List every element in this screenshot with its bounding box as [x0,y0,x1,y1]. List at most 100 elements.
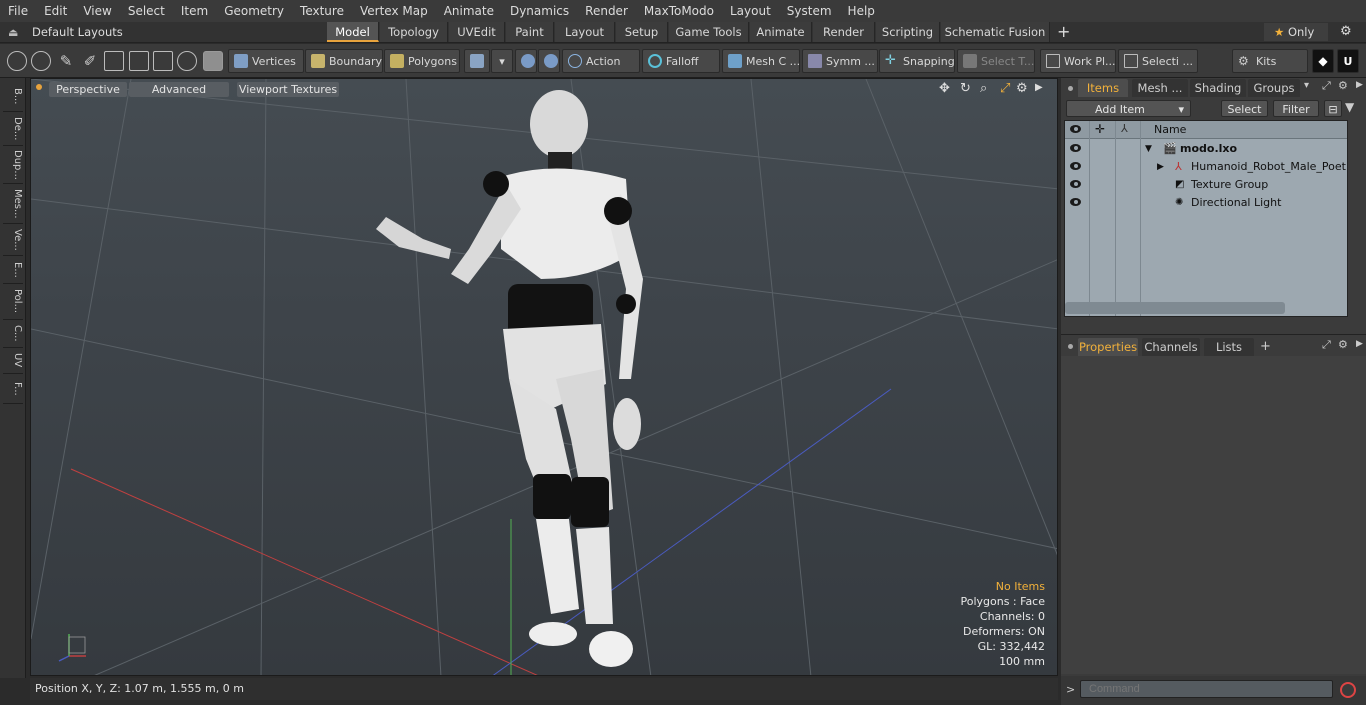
tab-setup[interactable]: Setup [616,22,668,42]
add-tab-icon[interactable]: + [1057,22,1071,42]
funnel-icon[interactable]: ▼ [1345,100,1361,117]
select-through-button[interactable]: Select T... [957,49,1035,73]
tab-mesh[interactable]: Mesh ... [1132,79,1188,97]
tab-properties[interactable]: Properties [1078,338,1138,356]
left-tab-edge[interactable]: E... [3,256,23,284]
record-icon[interactable] [1340,682,1356,698]
menu-system[interactable]: System [779,0,840,22]
viewport-settings-icon[interactable]: ⚙ [1016,81,1030,97]
viewport-expand-icon[interactable]: ▶ [1035,82,1045,96]
tab-animate[interactable]: Animate [750,22,812,42]
menu-item[interactable]: Item [173,0,216,22]
list-item-mesh[interactable]: ▶ ⅄ Humanoid_Robot_Male_Poet ... [1065,158,1347,176]
grid-icon[interactable] [129,51,149,71]
add-item-button[interactable]: Add Item ▾ [1066,100,1191,117]
perspective-button[interactable]: Perspective [49,82,127,97]
menu-help[interactable]: Help [840,0,883,22]
command-input[interactable] [1080,680,1333,698]
left-tab-mesh-edit[interactable]: Mes... [3,184,23,224]
left-tab-vertex[interactable]: Ve... [3,224,23,256]
expand-arrow-icon[interactable]: ▶ [1157,158,1164,176]
left-tab-fusion[interactable]: F... [3,374,23,404]
layout-up-icon[interactable]: ⏏ [8,26,20,39]
gear-icon[interactable]: ⚙ [1340,23,1358,41]
tab-layout[interactable]: Layout [555,22,615,42]
pan-icon[interactable]: ✥ [939,81,953,97]
tab-groups[interactable]: Groups [1248,79,1300,97]
collapse-button[interactable]: ⊟ [1324,100,1342,117]
zoom-icon[interactable]: ⌕ [980,81,994,97]
pen-icon[interactable]: ✎ [56,51,76,71]
tab-items[interactable]: Items [1078,79,1128,97]
menu-vertex-map[interactable]: Vertex Map [352,0,436,22]
vertices-button[interactable]: Vertices [228,49,304,73]
tab-shading[interactable]: Shading [1190,79,1246,97]
polygons-button[interactable]: Polygons [384,49,460,73]
list-item-scene[interactable]: ▼ 🎬 modo.lxo [1065,140,1347,158]
tab-lists[interactable]: Lists [1204,338,1254,356]
tab-paint[interactable]: Paint [506,22,554,42]
properties-menu-dot-icon[interactable] [1068,344,1073,349]
menu-animate[interactable]: Animate [436,0,502,22]
add-panel-tab-icon[interactable]: + [1260,338,1272,356]
viewport-menu-dot-icon[interactable] [36,84,42,90]
tab-schematic-fusion[interactable]: Schematic Fusion [941,22,1050,42]
unreal-button[interactable]: U [1337,49,1359,73]
tab-game-tools[interactable]: Game Tools [669,22,749,42]
robot-model[interactable] [376,90,643,667]
properties-expand-icon[interactable]: ⤢ [1322,338,1334,352]
brush-icon[interactable]: ✐ [80,51,100,71]
tabs-more-icon[interactable]: ▾ [1304,80,1314,91]
tab-channels[interactable]: Channels [1142,338,1200,356]
falloff-button[interactable]: Falloff [642,49,720,73]
viewport-textures-button[interactable]: Viewport Textures [237,82,339,97]
panel-arrow-icon[interactable]: ▶ [1356,80,1364,90]
item-mode-button[interactable] [464,49,490,73]
globe-icon[interactable] [31,51,51,71]
left-tab-polygon[interactable]: Pol... [3,284,23,320]
unity-button[interactable]: ◆ [1312,49,1334,73]
frame-icon[interactable] [153,51,173,71]
fit-view-icon[interactable]: ⤢ [1000,81,1014,97]
action-button[interactable]: Action [562,49,640,73]
boundary-button[interactable]: Boundary [305,49,383,73]
menu-edit[interactable]: Edit [36,0,75,22]
list-item-texture-group[interactable]: ◩ Texture Group [1065,176,1347,194]
eye-icon[interactable] [1070,180,1081,188]
rotate-icon[interactable]: ↻ [960,81,974,97]
menu-render[interactable]: Render [577,0,636,22]
list-item-directional-light[interactable]: ✺ Directional Light [1065,194,1347,212]
eye-icon[interactable] [1070,162,1081,170]
tab-uvedit[interactable]: UVEdit [449,22,505,42]
symmetry-cube-button[interactable] [515,49,537,73]
collapse-arrow-icon[interactable]: ▼ [1145,140,1152,158]
menu-file[interactable]: File [0,0,36,22]
panel-gear-icon[interactable]: ⚙ [1338,79,1350,92]
shield-shape-icon[interactable] [203,51,223,71]
menu-dynamics[interactable]: Dynamics [502,0,577,22]
horizontal-scrollbar[interactable] [1065,302,1285,314]
pie-icon[interactable] [177,51,197,71]
left-tab-deform[interactable]: De... [3,112,23,146]
mesh-constraint-button[interactable]: Mesh C ... [722,49,800,73]
left-tab-basic[interactable]: B... [3,82,23,112]
menu-select[interactable]: Select [120,0,173,22]
menu-geometry[interactable]: Geometry [216,0,292,22]
menu-texture[interactable]: Texture [292,0,352,22]
properties-gear-icon[interactable]: ⚙ [1338,338,1350,351]
eye-icon[interactable] [1070,198,1081,206]
snapping-button[interactable]: ✛ Snapping [879,49,955,73]
mode-dropdown[interactable]: ▾ [491,49,513,73]
only-toggle[interactable]: ★ Only [1264,23,1328,41]
3d-viewport[interactable]: Perspective Advanced Viewport Textures ✥… [30,78,1058,676]
tab-model[interactable]: Model [327,22,379,42]
tab-scripting[interactable]: Scripting [876,22,940,42]
filter-button[interactable]: Filter [1273,100,1319,117]
symmetry-button[interactable]: Symm ... [802,49,878,73]
select-button[interactable]: Select [1221,100,1268,117]
name-column-header[interactable]: Name [1154,121,1186,139]
align-icon[interactable] [104,51,124,71]
left-tab-duplicate[interactable]: Dup... [3,146,23,184]
menu-layout[interactable]: Layout [722,0,779,22]
kits-button[interactable]: ⚙ Kits [1232,49,1308,73]
